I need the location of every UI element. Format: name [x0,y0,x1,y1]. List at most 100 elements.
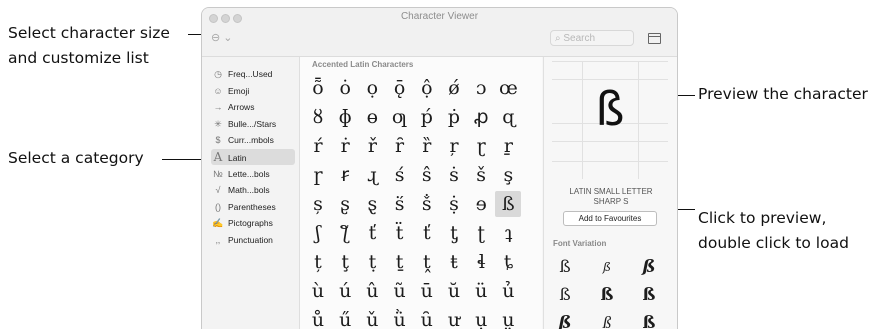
character-cell[interactable]: ṧ [414,191,440,217]
character-cell[interactable]: ɻ [359,162,385,188]
sidebar-item-curr-mbols[interactable]: $ Curr...mbols [211,132,297,148]
sidebar-item-label: Punctuation [228,235,273,245]
character-cell[interactable]: ṗ [441,104,467,130]
character-cell[interactable]: ȭ [305,75,331,101]
character-cell[interactable]: ꞧ [332,162,358,188]
character-cell[interactable]: ú [332,278,358,304]
character-cell[interactable]: ș [305,191,331,217]
character-cell[interactable]: ǔ [359,307,385,329]
customize-list-icon[interactable] [648,33,661,44]
character-cell[interactable]: ù [305,278,331,304]
sidebar-item-emoji[interactable]: ☺ Emoji [211,83,297,99]
character-cell[interactable]: ƫ [441,220,467,246]
character-cell[interactable]: ǭ [387,75,413,101]
character-cell[interactable]: ƣ [387,104,413,130]
character-cell[interactable]: ǿ [441,75,467,101]
parentheses-icon: () [215,201,221,212]
character-cell[interactable]: ȗ [414,307,440,329]
character-cell[interactable]: ŗ [441,133,467,159]
character-cell[interactable]: ṱ [414,249,440,275]
character-cell[interactable]: ʈ [468,220,494,246]
character-cell[interactable]: ß [495,191,522,217]
character-cell[interactable]: ɸ [332,104,358,130]
font-variation-cell[interactable]: ß [548,281,582,309]
sidebar-item-freq-used[interactable]: ◷ Freq...Used [211,66,297,82]
search-field[interactable]: ⌕ Search [550,30,634,46]
font-variation-cell[interactable]: ß [548,309,582,329]
character-cell[interactable]: ü [468,278,494,304]
character-cell[interactable]: ȓ [387,133,413,159]
character-cell[interactable]: ř [359,133,385,159]
font-variation-cell[interactable]: ß [590,253,624,281]
character-cell[interactable]: ť [414,220,440,246]
character-cell[interactable]: ś [387,162,413,188]
character-cell[interactable]: ṭ [359,249,385,275]
character-cell[interactable]: œ [495,75,521,101]
character-cell[interactable]: ʇ [495,220,521,246]
character-cell[interactable]: ǜ [387,307,413,329]
character-cell[interactable]: ṯ [387,249,413,275]
character-cell[interactable]: ŕ [305,133,331,159]
character-cell[interactable]: ŧ [441,249,467,275]
character-cell[interactable]: ŝ [414,162,440,188]
sidebar-item-arrows[interactable]: → Arrows [211,99,297,115]
character-cell[interactable]: ţ [332,249,358,275]
character-cell[interactable]: ɵ [359,104,385,130]
character-cell[interactable]: ɼ [305,162,331,188]
character-cell[interactable]: ŭ [441,278,467,304]
font-variation-cell[interactable]: ß [632,281,666,309]
character-cell[interactable]: ȑ [414,133,440,159]
character-cell[interactable]: ư [441,307,467,329]
character-cell[interactable]: ꝓ [468,104,494,130]
character-cell[interactable]: ṟ [495,133,521,159]
font-variation-cell[interactable]: ß [590,281,624,309]
font-variation-cell[interactable]: ß [590,309,624,329]
character-size-control[interactable]: ⊖ ⌄ [211,31,233,44]
sidebar-item-punctuation[interactable]: ‚, Punctuation [211,232,297,248]
character-cell[interactable]: ɽ [468,133,494,159]
character-cell[interactable]: ọ [359,75,385,101]
character-cell[interactable]: ȶ [495,249,521,275]
character-cell[interactable]: ụ [468,307,494,329]
character-cell[interactable]: ȣ [305,104,331,130]
sidebar-item-latin[interactable]: A Latin [211,149,295,165]
sidebar-item-label: Math...bols [228,185,270,196]
character-cell[interactable]: š [468,162,494,188]
character-cell[interactable]: ț [305,249,331,275]
character-cell[interactable]: ộ [414,75,440,101]
sidebar-item-bulle-stars[interactable]: ✳ Bulle.../Stars [211,116,297,132]
punctuation-icon: ‚, [215,235,221,245]
character-cell[interactable]: û [359,278,385,304]
character-cell[interactable]: ȿ [359,191,385,217]
sidebar-item-lette-bols[interactable]: № Lette...bols [211,166,297,182]
character-cell[interactable]: ɬ [468,249,494,275]
character-cell[interactable]: ủ [495,278,521,304]
character-cell[interactable]: ṥ [387,191,413,217]
character-cell[interactable]: ȯ [332,75,358,101]
font-variation-cell[interactable]: ß [548,253,582,281]
character-cell[interactable]: ṩ [441,191,467,217]
character-cell[interactable]: ɔ [468,75,494,101]
sidebar-item-pictographs[interactable]: ✍ Pictographs [211,215,297,231]
add-to-favourites-button[interactable]: Add to Favourites [563,211,657,226]
font-variation-cell[interactable]: ß [632,253,666,281]
character-cell[interactable]: ʃ [305,220,331,246]
character-cell[interactable]: ū [414,278,440,304]
character-cell[interactable]: ṳ [495,307,521,329]
character-cell[interactable]: ũ [387,278,413,304]
font-variation-cell[interactable]: ß [632,309,666,329]
character-cell[interactable]: ş [495,162,521,188]
character-cell[interactable]: ɋ [495,104,521,130]
character-cell[interactable]: ṕ [414,104,440,130]
character-cell[interactable]: ʂ [332,191,358,217]
sidebar-item-math-bols[interactable]: √ Math...bols [211,182,297,198]
character-cell[interactable]: ů [305,307,331,329]
character-cell[interactable]: ƪ [332,220,358,246]
character-cell[interactable]: ť [359,220,385,246]
character-cell[interactable]: ű [332,307,358,329]
character-cell[interactable]: ṙ [332,133,358,159]
character-cell[interactable]: ɘ [468,191,494,217]
sidebar-item-parentheses[interactable]: () Parentheses [211,199,297,215]
character-cell[interactable]: ṡ [441,162,467,188]
character-cell[interactable]: ẗ [387,220,413,246]
